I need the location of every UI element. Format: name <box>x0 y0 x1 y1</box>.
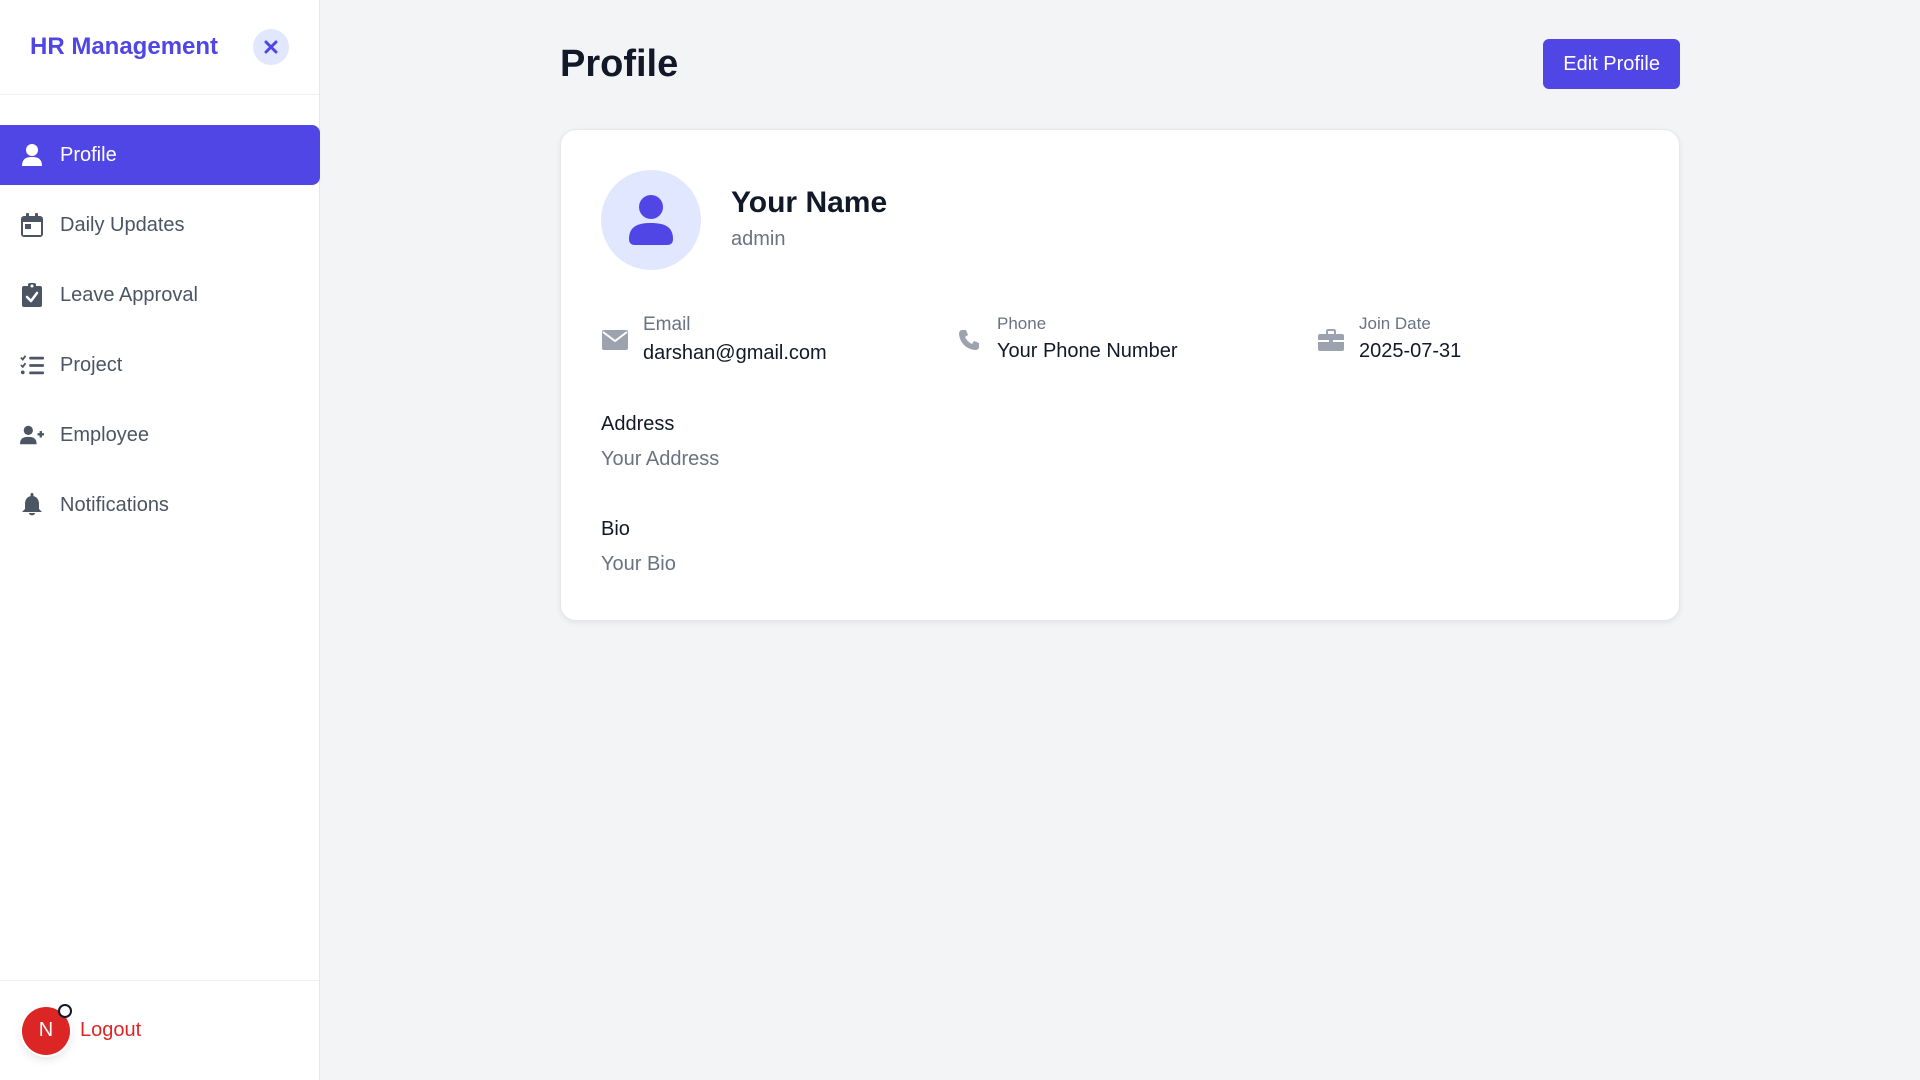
user-plus-icon <box>20 423 44 447</box>
sidebar-nav: Profile Daily Updates Leave Approval Pro… <box>0 95 320 535</box>
close-sidebar-button[interactable] <box>253 29 289 65</box>
edit-profile-button[interactable]: Edit Profile <box>1543 39 1680 89</box>
logout-button[interactable]: Logout <box>80 1019 141 1042</box>
page-header: Profile Edit Profile <box>560 38 1680 90</box>
sidebar: HR Management Profile Daily Updates Leav… <box>0 0 320 1080</box>
bio-value: Your Bio <box>601 553 676 575</box>
email-info: Email darshan@gmail.com <box>601 314 827 365</box>
avatar-letter: N <box>38 1019 54 1041</box>
bell-icon <box>20 493 44 517</box>
sidebar-item-leave-approval[interactable]: Leave Approval <box>0 265 320 325</box>
profile-name: Your Name <box>731 186 888 219</box>
sidebar-item-label: Project <box>60 353 123 376</box>
email-label: Email <box>643 314 691 335</box>
sidebar-item-notifications[interactable]: Notifications <box>0 475 320 535</box>
phone-label: Phone <box>997 314 1047 333</box>
envelope-icon <box>601 326 629 354</box>
address-section: Address Your Address <box>601 413 719 471</box>
phone-value: Your Phone Number <box>997 340 1178 362</box>
phone-icon <box>955 326 983 354</box>
briefcase-icon <box>1317 326 1345 354</box>
profile-avatar <box>601 170 701 270</box>
sidebar-header: HR Management <box>0 0 319 95</box>
user-icon <box>20 143 44 167</box>
sidebar-item-label: Leave Approval <box>60 283 198 306</box>
sidebar-item-project[interactable]: Project <box>0 335 320 395</box>
phone-info: Phone Your Phone Number <box>955 314 1178 363</box>
page-title: Profile <box>560 42 679 85</box>
app-title: HR Management <box>30 33 219 60</box>
profile-role: admin <box>731 228 786 250</box>
join-date-label: Join Date <box>1359 314 1431 333</box>
join-date-value: 2025-07-31 <box>1359 340 1462 362</box>
bio-section: Bio Your Bio <box>601 518 676 576</box>
address-label: Address <box>601 413 675 435</box>
sidebar-item-label: Daily Updates <box>60 213 185 236</box>
sidebar-item-daily-updates[interactable]: Daily Updates <box>0 195 320 255</box>
list-check-icon <box>20 353 44 377</box>
sidebar-footer: N Logout <box>0 980 319 1080</box>
close-icon <box>264 40 278 54</box>
calendar-icon <box>20 213 44 237</box>
clipboard-check-icon <box>20 283 44 307</box>
user-avatar-icon <box>629 195 673 245</box>
bio-label: Bio <box>601 518 630 540</box>
avatar[interactable]: N <box>22 1003 72 1055</box>
address-value: Your Address <box>601 448 720 470</box>
profile-card: Your Name admin Email darshan@gmail.com … <box>560 129 1680 621</box>
join-date-info: Join Date 2025-07-31 <box>1317 314 1461 363</box>
sidebar-item-label: Employee <box>60 423 149 446</box>
sidebar-item-employee[interactable]: Employee <box>0 405 320 465</box>
email-value: darshan@gmail.com <box>643 342 827 364</box>
status-dot <box>58 1003 72 1018</box>
sidebar-item-label: Notifications <box>60 493 169 516</box>
sidebar-item-label: Profile <box>60 143 117 166</box>
sidebar-item-profile[interactable]: Profile <box>0 125 320 185</box>
